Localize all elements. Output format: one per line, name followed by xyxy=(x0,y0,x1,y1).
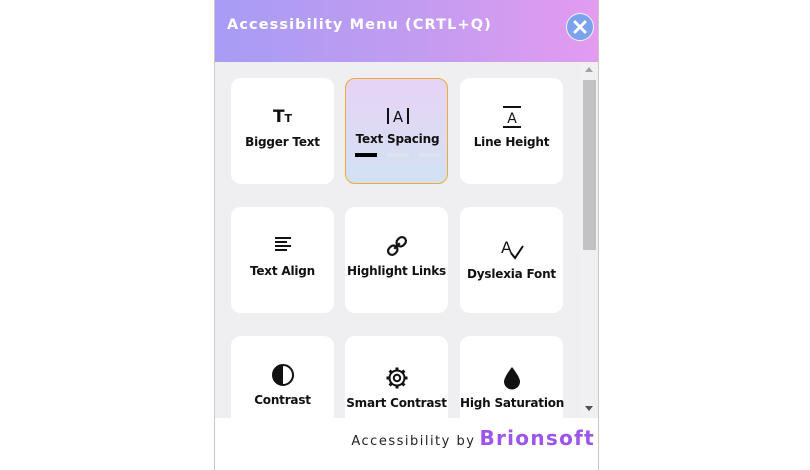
gear-icon xyxy=(386,367,407,389)
svg-text:A: A xyxy=(392,108,403,126)
link-icon xyxy=(386,235,407,257)
text-spacing-icon: A xyxy=(386,108,409,126)
text-spacing-label: Text Spacing xyxy=(355,132,440,146)
bigger-text-button[interactable]: TT Bigger Text xyxy=(231,78,334,184)
scroll-down-arrow-icon[interactable] xyxy=(585,406,593,411)
droplet-icon xyxy=(503,367,520,390)
highlight-links-label: Highlight Links xyxy=(347,264,446,278)
scroll-up-arrow-icon[interactable] xyxy=(585,67,593,72)
smart-contrast-button[interactable]: Smart Contrast xyxy=(345,336,448,418)
contrast-icon xyxy=(271,364,294,386)
smart-contrast-label: Smart Contrast xyxy=(346,396,447,410)
high-saturation-button[interactable]: High Saturation xyxy=(460,336,565,418)
svg-text:A: A xyxy=(501,238,512,257)
line-height-icon: A xyxy=(502,106,521,128)
contrast-button[interactable]: Contrast xyxy=(231,336,334,418)
scrollbar[interactable] xyxy=(581,62,598,418)
dyslexia-font-label: Dyslexia Font xyxy=(467,267,556,281)
dyslexia-font-button[interactable]: A Dyslexia Font xyxy=(460,207,563,313)
text-align-label: Text Align xyxy=(249,264,316,278)
text-align-icon xyxy=(274,237,291,251)
close-icon xyxy=(573,20,587,34)
highlight-links-button[interactable]: Highlight Links xyxy=(345,207,448,313)
accessibility-panel: Accessibility Menu (CRTL+Q) TT Bigger Te… xyxy=(214,0,599,470)
bigger-text-icon: TT xyxy=(272,107,293,127)
level-step-2 xyxy=(387,153,409,157)
close-button[interactable] xyxy=(566,13,594,41)
panel-header: Accessibility Menu (CRTL+Q) xyxy=(215,0,598,62)
text-align-button[interactable]: Text Align xyxy=(231,207,334,313)
contrast-label: Contrast xyxy=(254,393,311,407)
line-height-label: Line Height xyxy=(473,135,550,149)
options-grid: TT Bigger Text A Text Spacing A Line Hei… xyxy=(215,62,581,418)
bigger-text-label: Bigger Text xyxy=(245,135,320,149)
level-step-3 xyxy=(419,153,441,157)
panel-footer: Accessibility by Brionsoft xyxy=(215,418,598,470)
panel-title: Accessibility Menu (CRTL+Q) xyxy=(227,17,492,33)
scrollbar-thumb[interactable] xyxy=(583,80,596,250)
footer-credit: Accessibility by Brionsoft xyxy=(351,426,595,450)
line-height-button[interactable]: A Line Height xyxy=(460,78,563,184)
footer-prefix: Accessibility by xyxy=(351,434,476,449)
text-spacing-button[interactable]: A Text Spacing xyxy=(345,78,448,184)
high-saturation-label: High Saturation xyxy=(460,396,565,410)
dyslexia-font-icon: A xyxy=(501,238,524,260)
text-spacing-level-indicator xyxy=(355,153,441,157)
brand-link[interactable]: Brionsoft xyxy=(479,426,595,450)
svg-text:A: A xyxy=(507,111,517,127)
level-step-1 xyxy=(355,153,377,157)
